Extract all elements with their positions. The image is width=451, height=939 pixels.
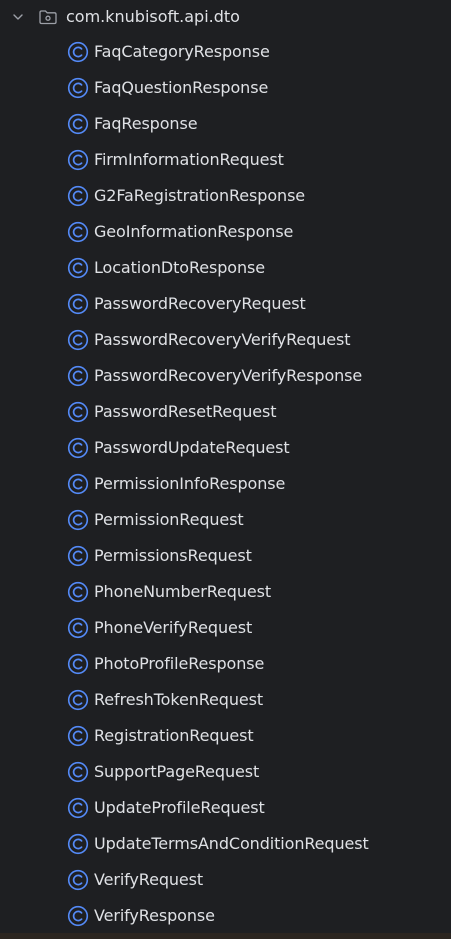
project-tree: com.knubisoft.api.dto FaqCategoryRespons… bbox=[0, 0, 451, 939]
class-icon bbox=[67, 149, 89, 171]
class-node[interactable]: PasswordRecoveryVerifyRequest bbox=[0, 322, 451, 358]
class-icon bbox=[67, 221, 89, 243]
class-node[interactable]: FaqQuestionResponse bbox=[0, 70, 451, 106]
class-node[interactable]: PhoneVerifyRequest bbox=[0, 610, 451, 646]
class-label: G2FaRegistrationResponse bbox=[94, 186, 306, 205]
class-label: UpdateProfileRequest bbox=[94, 798, 265, 817]
class-node[interactable]: PasswordUpdateRequest bbox=[0, 430, 451, 466]
class-label: PermissionRequest bbox=[94, 510, 244, 529]
class-node[interactable]: PhotoProfileResponse bbox=[0, 646, 451, 682]
class-label: PermissionInfoResponse bbox=[94, 474, 286, 493]
class-label: RegistrationRequest bbox=[94, 726, 254, 745]
class-icon bbox=[67, 725, 89, 747]
class-label: FaqQuestionResponse bbox=[94, 78, 269, 97]
class-node[interactable]: GeoInformationResponse bbox=[0, 214, 451, 250]
package-folder-icon bbox=[38, 7, 58, 27]
class-node[interactable]: FaqCategoryResponse bbox=[0, 34, 451, 70]
class-node[interactable]: FirmInformationRequest bbox=[0, 142, 451, 178]
package-label: com.knubisoft.api.dto bbox=[66, 7, 240, 26]
class-icon bbox=[67, 617, 89, 639]
class-icon bbox=[67, 761, 89, 783]
class-icon bbox=[67, 365, 89, 387]
class-label: PermissionsRequest bbox=[94, 546, 252, 565]
class-icon bbox=[67, 689, 89, 711]
class-icon bbox=[67, 833, 89, 855]
class-node[interactable]: PermissionRequest bbox=[0, 502, 451, 538]
class-node[interactable]: SupportPageRequest bbox=[0, 754, 451, 790]
class-icon bbox=[67, 869, 89, 891]
class-label: PhotoProfileResponse bbox=[94, 654, 265, 673]
class-label: VerifyRequest bbox=[94, 870, 204, 889]
class-icon bbox=[67, 797, 89, 819]
package-node[interactable]: com.knubisoft.api.dto bbox=[0, 0, 451, 36]
class-label: UpdateTermsAndConditionRequest bbox=[94, 834, 369, 853]
class-label: FaqCategoryResponse bbox=[94, 42, 270, 61]
class-icon bbox=[67, 509, 89, 531]
class-label: GeoInformationResponse bbox=[94, 222, 294, 241]
class-icon bbox=[67, 185, 89, 207]
class-node[interactable]: VerifyRequest bbox=[0, 862, 451, 898]
class-node[interactable]: UpdateTermsAndConditionRequest bbox=[0, 826, 451, 862]
class-label: SupportPageRequest bbox=[94, 762, 260, 781]
class-icon bbox=[67, 905, 89, 927]
class-icon bbox=[67, 257, 89, 279]
class-node[interactable]: PhoneNumberRequest bbox=[0, 574, 451, 610]
class-icon bbox=[67, 473, 89, 495]
class-node[interactable]: PasswordRecoveryVerifyResponse bbox=[0, 358, 451, 394]
bottom-divider bbox=[0, 933, 451, 939]
class-node[interactable]: VerifyResponse bbox=[0, 898, 451, 934]
class-node[interactable]: LocationDtoResponse bbox=[0, 250, 451, 286]
class-icon bbox=[67, 41, 89, 63]
class-node[interactable]: G2FaRegistrationResponse bbox=[0, 178, 451, 214]
class-label: RefreshTokenRequest bbox=[94, 690, 264, 709]
class-icon bbox=[67, 401, 89, 423]
class-label: LocationDtoResponse bbox=[94, 258, 265, 277]
class-node[interactable]: UpdateProfileRequest bbox=[0, 790, 451, 826]
class-node[interactable]: PermissionInfoResponse bbox=[0, 466, 451, 502]
class-label: VerifyResponse bbox=[94, 906, 215, 925]
class-label: PhoneVerifyRequest bbox=[94, 618, 253, 637]
class-icon bbox=[67, 77, 89, 99]
class-label: FirmInformationRequest bbox=[94, 150, 284, 169]
class-node[interactable]: RefreshTokenRequest bbox=[0, 682, 451, 718]
class-icon bbox=[67, 581, 89, 603]
class-node[interactable]: PasswordResetRequest bbox=[0, 394, 451, 430]
class-node[interactable]: FaqResponse bbox=[0, 106, 451, 142]
class-label: PasswordRecoveryRequest bbox=[94, 294, 306, 313]
class-icon bbox=[67, 437, 89, 459]
class-label: PasswordRecoveryVerifyResponse bbox=[94, 366, 363, 385]
class-label: PasswordRecoveryVerifyRequest bbox=[94, 330, 351, 349]
class-node[interactable]: PasswordRecoveryRequest bbox=[0, 286, 451, 322]
class-label: PasswordUpdateRequest bbox=[94, 438, 290, 457]
class-label: PasswordResetRequest bbox=[94, 402, 277, 421]
class-label: PhoneNumberRequest bbox=[94, 582, 272, 601]
class-icon bbox=[67, 653, 89, 675]
class-icon bbox=[67, 113, 89, 135]
class-node[interactable]: PermissionsRequest bbox=[0, 538, 451, 574]
class-icon bbox=[67, 545, 89, 567]
class-label: FaqResponse bbox=[94, 114, 198, 133]
class-icon bbox=[67, 329, 89, 351]
chevron-down-icon[interactable] bbox=[11, 10, 25, 24]
class-node[interactable]: RegistrationRequest bbox=[0, 718, 451, 754]
class-icon bbox=[67, 293, 89, 315]
